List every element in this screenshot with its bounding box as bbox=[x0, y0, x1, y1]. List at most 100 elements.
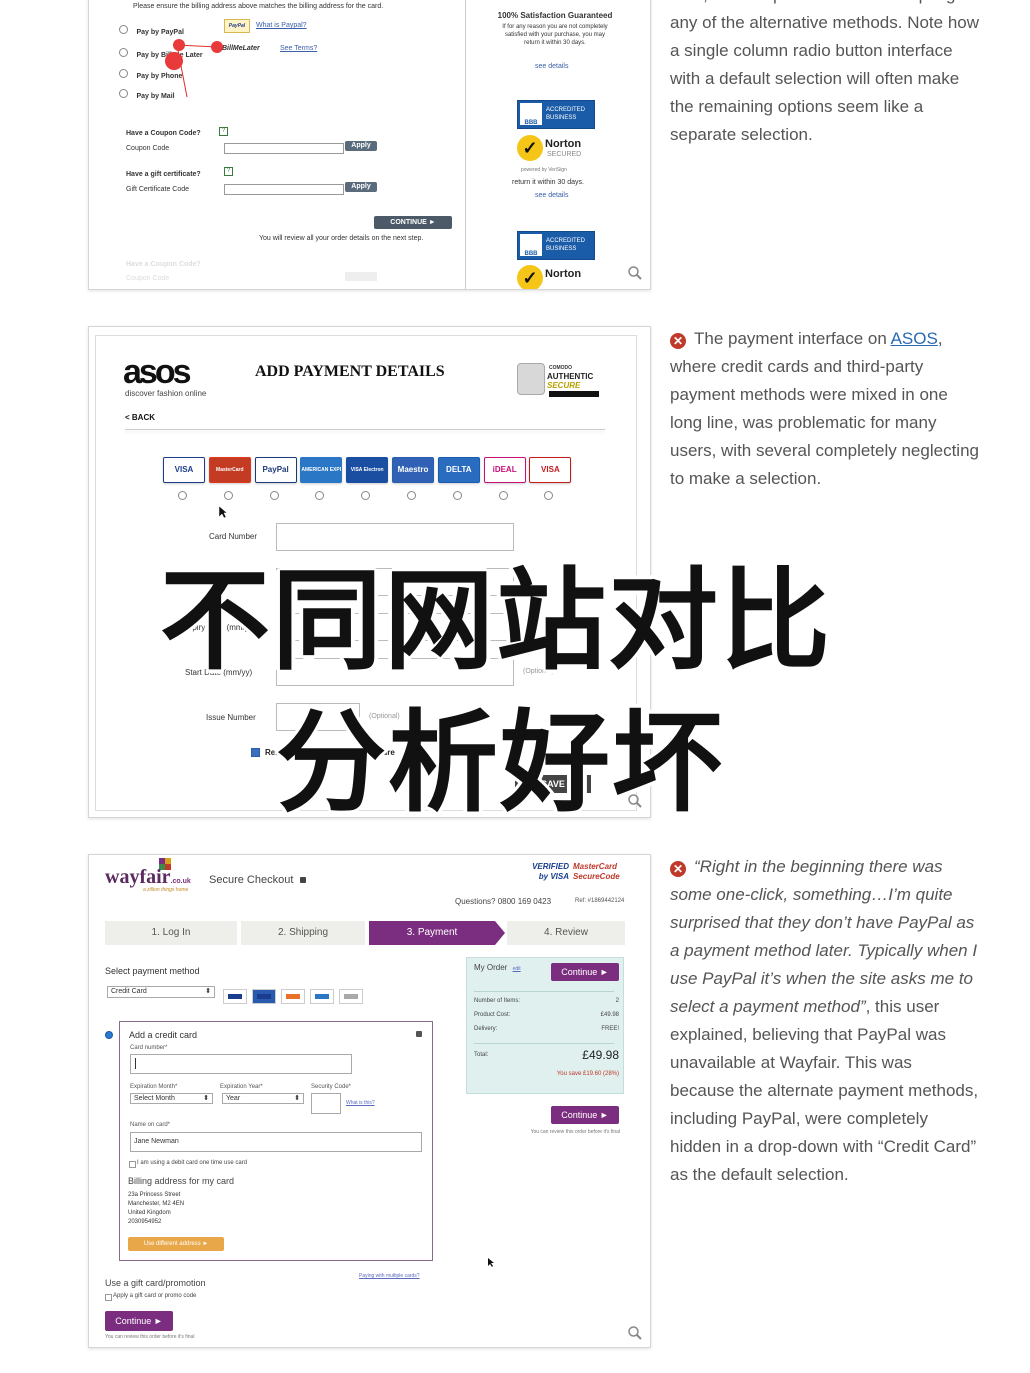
continue-button[interactable]: CONTINUE ► bbox=[374, 216, 452, 229]
card-number-label: Card Number bbox=[209, 532, 258, 541]
card-logo[interactable]: VISA Electron bbox=[346, 457, 389, 483]
dropdown-arrow-icon: ⬍ bbox=[203, 1095, 209, 1102]
card-logo[interactable]: AMERICAN EXPRESS bbox=[300, 457, 343, 483]
radio-mail[interactable] bbox=[119, 89, 128, 98]
my-order-title: My Order edit bbox=[474, 963, 521, 972]
zoom-icon[interactable] bbox=[627, 1325, 643, 1341]
dropdown-arrow-icon: ⬍ bbox=[205, 988, 211, 995]
step-review[interactable]: 4. Review bbox=[507, 921, 625, 945]
help-icon[interactable]: ? bbox=[219, 127, 228, 136]
gift-promo-checkbox[interactable] bbox=[105, 1294, 112, 1301]
gift-input[interactable] bbox=[224, 184, 344, 195]
visa-icon bbox=[252, 989, 276, 1004]
billing-title: Billing address for my card bbox=[128, 1176, 235, 1186]
ref-number: Ref: #1869442124 bbox=[575, 898, 625, 904]
bbb-logo-icon: BBB bbox=[520, 234, 542, 257]
screenshot-card-wayfair: wayfair.co.uk a zillion things home Secu… bbox=[88, 854, 651, 1348]
radio-phone[interactable] bbox=[119, 69, 128, 78]
card-logo[interactable]: DELTA bbox=[437, 457, 480, 483]
wayfair-suffix: .co.uk bbox=[170, 878, 191, 885]
paypal-badge: PayPal bbox=[224, 19, 250, 33]
gift-heading: Have a gift certificate? bbox=[126, 171, 201, 178]
card-radio[interactable] bbox=[452, 491, 462, 500]
questions-phone: Questions? 0800 169 0423 bbox=[455, 897, 552, 906]
continue-button-bottom[interactable]: Continue ► bbox=[105, 1311, 173, 1331]
security-code-input[interactable] bbox=[311, 1093, 341, 1114]
order-row-label: Number of Items: bbox=[474, 998, 521, 1004]
radio-paypal[interactable] bbox=[119, 25, 128, 34]
cursor-icon bbox=[218, 505, 228, 519]
user-quote: “Right in the beginning there was some o… bbox=[670, 857, 978, 1016]
return-text: return it within 30 days. bbox=[512, 179, 584, 186]
name-on-card-input[interactable]: Jane Newman bbox=[130, 1132, 422, 1152]
card-radio[interactable] bbox=[407, 491, 416, 500]
card-radio[interactable] bbox=[269, 491, 279, 500]
debit-checkbox[interactable] bbox=[129, 1161, 136, 1168]
overlay-title-line-1: 不同网站对比 bbox=[160, 556, 832, 685]
exp-year-select[interactable]: Year ⬍ bbox=[222, 1093, 304, 1104]
coupon-apply-button[interactable]: Apply bbox=[345, 141, 377, 151]
exp-month-select[interactable]: Select Month ⬍ bbox=[130, 1093, 213, 1104]
card-logo[interactable]: Maestro bbox=[392, 457, 434, 483]
step-arrow-icon bbox=[495, 921, 505, 945]
payment-method-dropdown[interactable]: Credit Card ⬍ bbox=[107, 986, 215, 998]
see-terms-link[interactable]: See Terms? bbox=[280, 45, 317, 52]
see-details-link-2[interactable]: see details bbox=[535, 192, 568, 199]
article-paragraph-wayfair: ✕ “Right in the beginning there was some … bbox=[670, 853, 980, 1189]
card-mark bbox=[286, 994, 300, 999]
asos-link[interactable]: ASOS bbox=[891, 329, 938, 348]
what-is-paypal-link[interactable]: What is Paypal? bbox=[256, 22, 307, 29]
lock-icon bbox=[416, 1031, 422, 1037]
order-row-value: 2 bbox=[615, 998, 619, 1004]
multiple-cards-link[interactable]: Paying with multiple cards? bbox=[359, 1273, 420, 1279]
order-edit-link[interactable]: edit bbox=[513, 966, 521, 972]
card-number-input[interactable] bbox=[276, 523, 514, 551]
continue-button-top[interactable]: Continue ► bbox=[551, 963, 619, 981]
use-different-address-button[interactable]: Use different address ► bbox=[128, 1237, 224, 1251]
step-shipping[interactable]: 2. Shipping bbox=[241, 921, 365, 945]
gift-apply-button[interactable]: Apply bbox=[345, 182, 377, 192]
card-logo[interactable]: VISA bbox=[529, 457, 572, 483]
total-value: £49.98 bbox=[582, 1048, 619, 1062]
bbb-label: ACCREDITED BUSINESS bbox=[546, 107, 586, 121]
save-text: You save £19.60 (28%) bbox=[556, 1071, 619, 1077]
zoom-icon[interactable] bbox=[627, 265, 643, 281]
card-radio[interactable] bbox=[223, 491, 233, 500]
comodo-authentic: AUTHENTIC bbox=[547, 372, 594, 381]
column-divider bbox=[465, 0, 466, 289]
back-link[interactable]: < BACK bbox=[125, 413, 155, 422]
what-is-this-link[interactable]: What is this? bbox=[346, 1100, 375, 1106]
card-logo[interactable]: VISA bbox=[163, 457, 205, 483]
card-radio[interactable] bbox=[498, 491, 508, 500]
card-mark bbox=[315, 994, 329, 999]
wayfair-logo: wayfair.co.uk bbox=[105, 866, 191, 889]
card-logo[interactable]: PayPal bbox=[254, 457, 297, 483]
card-radio[interactable] bbox=[178, 491, 187, 500]
gift-label: Gift Certificate Code bbox=[126, 186, 190, 193]
billing-address: 23a Princess Street Manchester, M2 4EN U… bbox=[128, 1191, 184, 1227]
card-logo[interactable]: MasterCard bbox=[208, 457, 251, 483]
norton-badge: ✓ Norton SECURED bbox=[517, 135, 593, 163]
bbb-label: ACCREDITED BUSINESS bbox=[546, 238, 586, 252]
credit-card-radio[interactable] bbox=[105, 1031, 113, 1039]
exp-month-label: Expiration Month* bbox=[130, 1084, 178, 1090]
help-icon[interactable]: ? bbox=[224, 167, 233, 176]
continue-button-side[interactable]: Continue ► bbox=[551, 1106, 619, 1124]
step-login[interactable]: 1. Log In bbox=[105, 921, 237, 945]
comodo-secure: SECURE bbox=[547, 381, 581, 390]
comodo-badge: COMODO AUTHENTIC SECURE bbox=[517, 353, 603, 401]
dropdown-arrow-icon: ⬍ bbox=[294, 1095, 300, 1102]
radio-billmelater[interactable] bbox=[119, 48, 128, 57]
card-logo[interactable]: iDEAL bbox=[483, 457, 526, 483]
security-code-label: Security Code* bbox=[311, 1084, 352, 1090]
see-details-link[interactable]: see details bbox=[535, 63, 568, 70]
mastercard-icon bbox=[281, 989, 305, 1004]
coupon-input[interactable] bbox=[224, 143, 344, 154]
coupon-heading: Have a Coupon Code? bbox=[126, 130, 201, 137]
step-payment[interactable]: 3. Payment bbox=[369, 921, 495, 945]
faded-apply-button bbox=[345, 272, 377, 281]
norton-label: Norton bbox=[545, 138, 582, 150]
header-divider bbox=[125, 429, 605, 430]
remember-checkbox[interactable] bbox=[251, 748, 260, 757]
card-number-input[interactable] bbox=[130, 1054, 352, 1074]
